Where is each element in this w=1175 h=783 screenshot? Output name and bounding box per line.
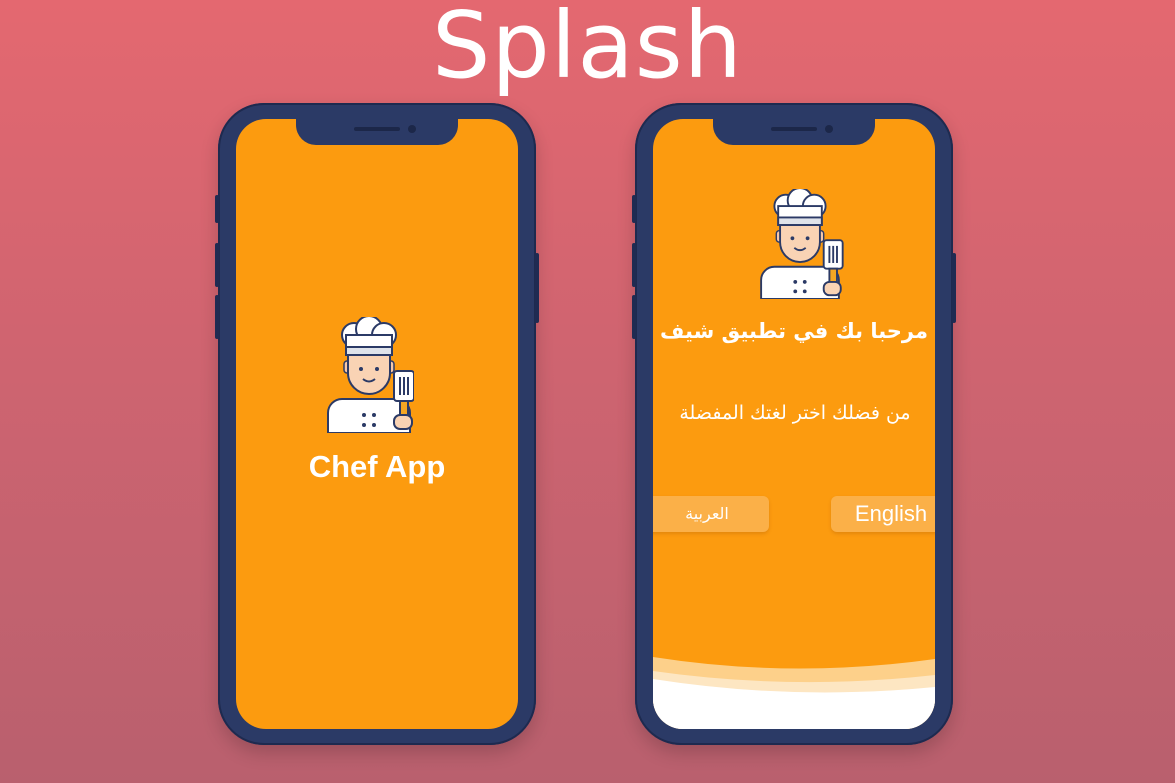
speaker bbox=[771, 127, 817, 131]
page-title: Splash bbox=[432, 0, 743, 99]
bottom-wave bbox=[653, 657, 935, 729]
chef-icon bbox=[760, 189, 844, 299]
volume-up-button bbox=[215, 243, 219, 287]
mute-switch bbox=[632, 195, 636, 223]
arabic-button[interactable]: العربية bbox=[653, 496, 769, 532]
volume-down-button bbox=[632, 295, 636, 339]
phone-frame-right: مرحبا بك في تطبيق شيف من فضلك اختر لغتك … bbox=[632, 103, 956, 745]
phone-frame-left: Chef App bbox=[215, 103, 539, 745]
power-button bbox=[952, 253, 956, 323]
choose-language-text: من فضلك اختر لغتك المفضلة bbox=[679, 402, 911, 424]
chef-icon bbox=[327, 317, 414, 433]
mute-switch bbox=[215, 195, 219, 223]
welcome-text: مرحبا بك في تطبيق شيف bbox=[660, 319, 928, 343]
volume-down-button bbox=[215, 295, 219, 339]
splash-screen: Chef App bbox=[236, 119, 518, 729]
volume-up-button bbox=[632, 243, 636, 287]
speaker bbox=[354, 127, 400, 131]
camera-icon bbox=[408, 125, 416, 133]
app-name: Chef App bbox=[308, 449, 446, 484]
notch bbox=[296, 119, 458, 145]
camera-icon bbox=[825, 125, 833, 133]
power-button bbox=[535, 253, 539, 323]
english-button[interactable]: English bbox=[831, 496, 935, 532]
notch bbox=[713, 119, 875, 145]
language-select-screen: مرحبا بك في تطبيق شيف من فضلك اختر لغتك … bbox=[653, 119, 935, 729]
